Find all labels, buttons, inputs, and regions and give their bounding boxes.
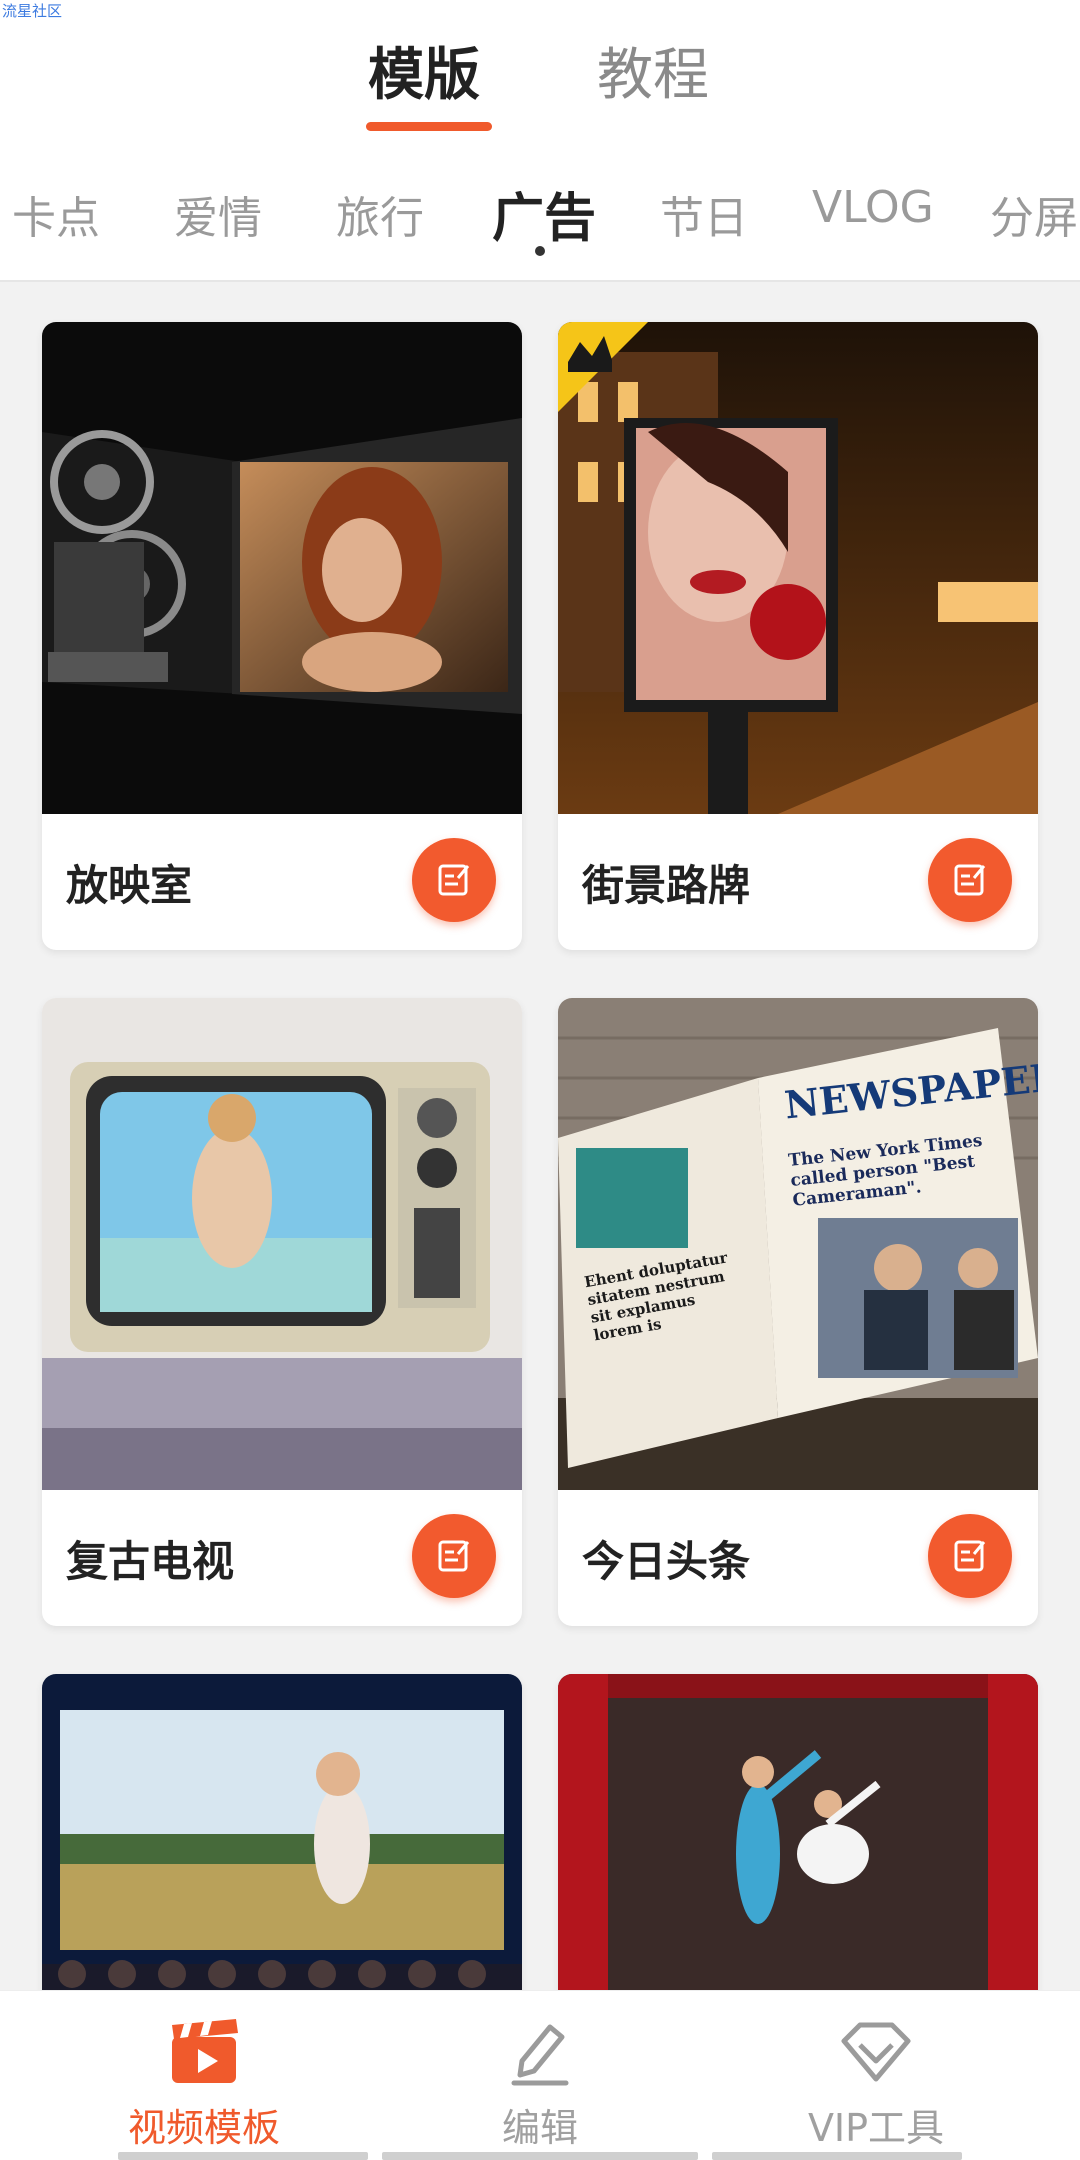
edit-button[interactable] [412, 838, 496, 922]
nav-item-video-templates[interactable]: 视频模板 [54, 1991, 354, 2160]
card-footer: 街景路牌 [558, 814, 1038, 950]
nav-label: 视频模板 [127, 2106, 280, 2150]
gesture-segment [712, 2152, 962, 2160]
card-footer: 复古电视 [42, 1490, 522, 1626]
template-card[interactable]: 放映室 [42, 322, 522, 950]
category-tab-kadian[interactable]: 卡点 [12, 182, 100, 246]
tab-tutorials[interactable]: 教程 [597, 30, 709, 111]
template-title: 今日头条 [582, 1537, 751, 1586]
pen-icon [511, 2024, 569, 2086]
category-tab-holiday[interactable]: 节日 [660, 182, 748, 246]
nav-item-vip-tools[interactable]: VIP工具 [726, 1991, 1026, 2160]
gesture-segment [382, 2152, 698, 2160]
template-thumbnail[interactable]: NEWSPAPER The New York Times called pers… [558, 998, 1038, 1490]
nav-label: 编辑 [501, 2106, 578, 2150]
edit-button[interactable] [412, 1514, 496, 1598]
edit-icon [438, 864, 470, 896]
watermark: 流星社区 [2, 2, 63, 20]
category-tab-travel[interactable]: 旅行 [336, 182, 424, 246]
tab-templates[interactable]: 模版 [368, 30, 480, 111]
nav-label: VIP工具 [807, 2106, 945, 2150]
nav-item-edit[interactable]: 编辑 [390, 1991, 690, 2160]
category-tab-split[interactable]: 分屏 [990, 182, 1078, 246]
template-card[interactable]: 街景路牌 [558, 322, 1038, 950]
crown-icon [568, 336, 612, 372]
gesture-segment [118, 2152, 368, 2160]
template-thumbnail[interactable] [42, 1674, 522, 1990]
template-thumbnail[interactable] [42, 322, 522, 814]
edit-button[interactable] [928, 1514, 1012, 1598]
card-footer: 今日头条 [558, 1490, 1038, 1626]
card-footer: 放映室 [42, 814, 522, 950]
category-tab-vlog[interactable]: VLOG [812, 182, 934, 233]
edit-button[interactable] [928, 838, 1012, 922]
template-thumbnail[interactable] [558, 1674, 1038, 1990]
edit-icon [954, 1540, 986, 1572]
header: 模版 教程 卡点 爱情 旅行 广告 节日 VLOG 分屏 [0, 0, 1080, 282]
active-category-dot [535, 246, 545, 256]
active-tab-indicator [366, 122, 492, 131]
template-title: 复古电视 [66, 1537, 235, 1586]
edit-icon [438, 1540, 470, 1572]
category-tab-love[interactable]: 爱情 [174, 182, 262, 246]
bottom-navigation: 视频模板 编辑 VIP工具 [0, 1990, 1080, 2160]
template-title: 街景路牌 [582, 861, 751, 910]
template-grid[interactable]: 放映室 街景路牌 复古电视 NEWSPAPER The New York Tim… [0, 282, 1080, 1990]
category-tabs: 卡点 爱情 旅行 广告 节日 VLOG 分屏 [0, 182, 1080, 272]
clapperboard-icon [172, 2019, 238, 2083]
template-card[interactable] [558, 1674, 1038, 1990]
template-card[interactable] [42, 1674, 522, 1990]
template-title: 放映室 [66, 861, 193, 910]
system-gesture-bar [0, 2152, 1080, 2160]
app-screen: 流星社区 模版 教程 卡点 爱情 旅行 广告 节日 VLOG 分屏 放映室 街景… [0, 0, 1080, 2160]
diamond-icon [841, 2022, 911, 2082]
template-card[interactable]: NEWSPAPER The New York Times called pers… [558, 998, 1038, 1626]
template-thumbnail[interactable] [558, 322, 1038, 814]
main-tabs: 模版 教程 [0, 30, 1080, 140]
template-thumbnail[interactable] [42, 998, 522, 1490]
edit-icon [954, 864, 986, 896]
category-tab-ads[interactable]: 广告 [492, 176, 596, 251]
template-card[interactable]: 复古电视 [42, 998, 522, 1626]
